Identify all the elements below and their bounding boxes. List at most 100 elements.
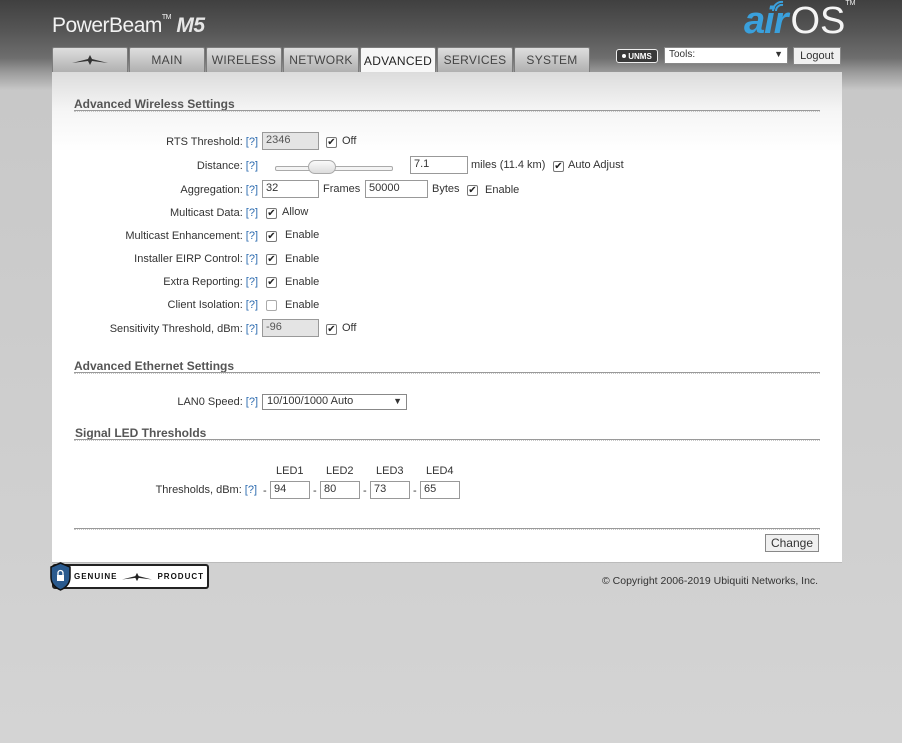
badge-genuine-text: GENUINE xyxy=(74,572,118,581)
auto-adjust-label: Auto Adjust xyxy=(568,159,624,171)
extra-reporting-label: Extra Reporting: [?] xyxy=(163,276,258,288)
thresholds-label-text: Thresholds, dBm: xyxy=(155,484,242,496)
extra-label-text: Extra Reporting: xyxy=(163,276,243,288)
led-section-rule xyxy=(74,439,820,441)
frames-label: Frames xyxy=(323,183,361,195)
wifi-icon xyxy=(772,0,784,12)
aggregation-bytes-input[interactable]: 50000 xyxy=(365,180,428,198)
copyright-text: © Copyright 2006-2019 Ubiquiti Networks,… xyxy=(602,575,819,587)
distance-input[interactable]: 7.1 xyxy=(410,156,468,174)
sensitivity-off-checkbox[interactable]: ✔ xyxy=(326,324,337,335)
rts-off-checkbox[interactable]: ✔ xyxy=(326,137,337,148)
multicast-enh-help-link[interactable]: [?] xyxy=(246,230,258,242)
distance-label-text: Distance: xyxy=(196,160,243,172)
airos-logo: airOSTM xyxy=(744,0,856,43)
isolation-help-link[interactable]: [?] xyxy=(246,299,258,311)
unms-label: UNMS xyxy=(628,51,652,61)
client-isolation-enable-label: Enable xyxy=(285,299,320,311)
wireless-section-rule xyxy=(74,110,820,112)
tools-select[interactable]: Tools: ▼ xyxy=(664,47,788,64)
multicast-data-label: Multicast Data: [?] xyxy=(170,207,258,219)
genuine-product-badge: GENUINE PRODUCT xyxy=(50,562,209,591)
tab-main-label: MAIN xyxy=(151,53,183,67)
aggregation-enable-checkbox[interactable]: ✔ xyxy=(467,185,478,196)
extra-reporting-enable-label: Enable xyxy=(285,276,320,288)
rts-label-text: RTS Threshold: xyxy=(166,136,243,148)
multicast-enhancement-checkbox[interactable]: ✔ xyxy=(266,231,277,242)
distance-slider-handle[interactable] xyxy=(308,160,337,174)
multicast-enhancement-label: Multicast Enhancement: [?] xyxy=(125,230,258,242)
led3-header: LED3 xyxy=(376,465,404,477)
tab-ubnt-logo[interactable] xyxy=(52,47,128,72)
lan0-speed-select[interactable]: 10/100/1000 Auto ▼ xyxy=(262,394,407,410)
footer-rule xyxy=(52,562,842,563)
distance-help-link[interactable]: [?] xyxy=(246,160,258,172)
product-tm: TM xyxy=(161,14,172,21)
tab-services-label: SERVICES xyxy=(443,53,507,67)
ethernet-section-title: Advanced Ethernet Settings xyxy=(74,359,235,373)
extra-reporting-checkbox[interactable]: ✔ xyxy=(266,277,277,288)
tab-advanced[interactable]: ADVANCED xyxy=(360,47,436,73)
led4-dash: - xyxy=(413,485,417,497)
multicast-allow-label: Allow xyxy=(282,206,309,218)
rts-threshold-input[interactable]: 2346 xyxy=(262,132,319,150)
aggregation-help-link[interactable]: [?] xyxy=(246,184,258,196)
extra-help-link[interactable]: [?] xyxy=(246,276,258,288)
product-model: M5 xyxy=(176,14,205,37)
thresholds-label: Thresholds, dBm: [?] xyxy=(156,484,257,496)
logo-tm: TM xyxy=(845,0,856,7)
led3-threshold-input[interactable]: 73 xyxy=(370,481,410,499)
eirp-help-link[interactable]: [?] xyxy=(246,253,258,265)
wireless-section-title: Advanced Wireless Settings xyxy=(74,97,235,111)
ubiquiti-logo-icon xyxy=(122,572,153,581)
tab-advanced-label: ADVANCED xyxy=(363,53,433,68)
aggregation-enable-label: Enable xyxy=(485,184,520,196)
led-section-title: Signal LED Thresholds xyxy=(75,426,207,440)
ethernet-section-rule xyxy=(74,372,820,374)
sensitivity-help-link[interactable]: [?] xyxy=(246,323,258,335)
lan0-selected-value: 10/100/1000 Auto xyxy=(267,395,354,407)
auto-adjust-checkbox[interactable]: ✔ xyxy=(553,161,564,172)
unms-button[interactable]: UNMS xyxy=(616,49,658,63)
led1-dash: - xyxy=(263,485,267,497)
logout-label: Logout xyxy=(800,50,834,62)
led2-dash: - xyxy=(313,485,317,497)
aggregation-label-text: Aggregation: xyxy=(180,184,243,196)
tab-system[interactable]: SYSTEM xyxy=(514,47,590,72)
led1-threshold-input[interactable]: 94 xyxy=(270,481,310,499)
tab-network[interactable]: NETWORK xyxy=(283,47,359,72)
actions-rule xyxy=(74,528,820,530)
isolation-label-text: Client Isolation: xyxy=(167,299,243,311)
led4-threshold-input[interactable]: 65 xyxy=(420,481,460,499)
multicast-help-link[interactable]: [?] xyxy=(246,207,258,219)
rts-threshold-label: RTS Threshold: [?] xyxy=(166,136,258,148)
bytes-label: Bytes xyxy=(432,183,460,195)
led3-dash: - xyxy=(363,485,367,497)
logo-os: OS xyxy=(790,0,846,42)
eirp-enable-checkbox[interactable]: ✔ xyxy=(266,254,277,265)
rts-help-link[interactable]: [?] xyxy=(246,136,258,148)
tab-wireless[interactable]: WIRELESS xyxy=(206,47,282,72)
sensitivity-threshold-input[interactable]: -96 xyxy=(262,319,319,337)
change-button[interactable]: Change xyxy=(765,534,819,552)
tab-services[interactable]: SERVICES xyxy=(437,47,513,72)
thresholds-help-link[interactable]: [?] xyxy=(245,484,257,496)
lan0-help-link[interactable]: [?] xyxy=(246,396,258,408)
product-name: PowerBeamTM M5 xyxy=(52,14,205,38)
logout-button[interactable]: Logout xyxy=(793,47,841,65)
rts-off-label: Off xyxy=(342,135,357,147)
eirp-label-text: Installer EIRP Control: xyxy=(134,253,243,265)
client-isolation-checkbox[interactable] xyxy=(266,300,277,311)
led2-threshold-input[interactable]: 80 xyxy=(320,481,360,499)
eirp-enable-label: Enable xyxy=(285,253,320,265)
tab-main[interactable]: MAIN xyxy=(129,47,205,72)
multicast-enh-label-text: Multicast Enhancement: xyxy=(125,230,243,242)
multicast-label-text: Multicast Data: xyxy=(170,207,243,219)
aggregation-frames-input[interactable]: 32 xyxy=(262,180,319,198)
unms-dot-icon xyxy=(622,54,627,58)
lan0-speed-label: LAN0 Speed: [?] xyxy=(177,396,258,408)
tab-system-label: SYSTEM xyxy=(526,53,578,67)
multicast-allow-checkbox[interactable]: ✔ xyxy=(266,208,277,219)
sensitivity-off-label: Off xyxy=(342,322,357,334)
multicast-enhancement-enable-label: Enable xyxy=(285,229,320,241)
